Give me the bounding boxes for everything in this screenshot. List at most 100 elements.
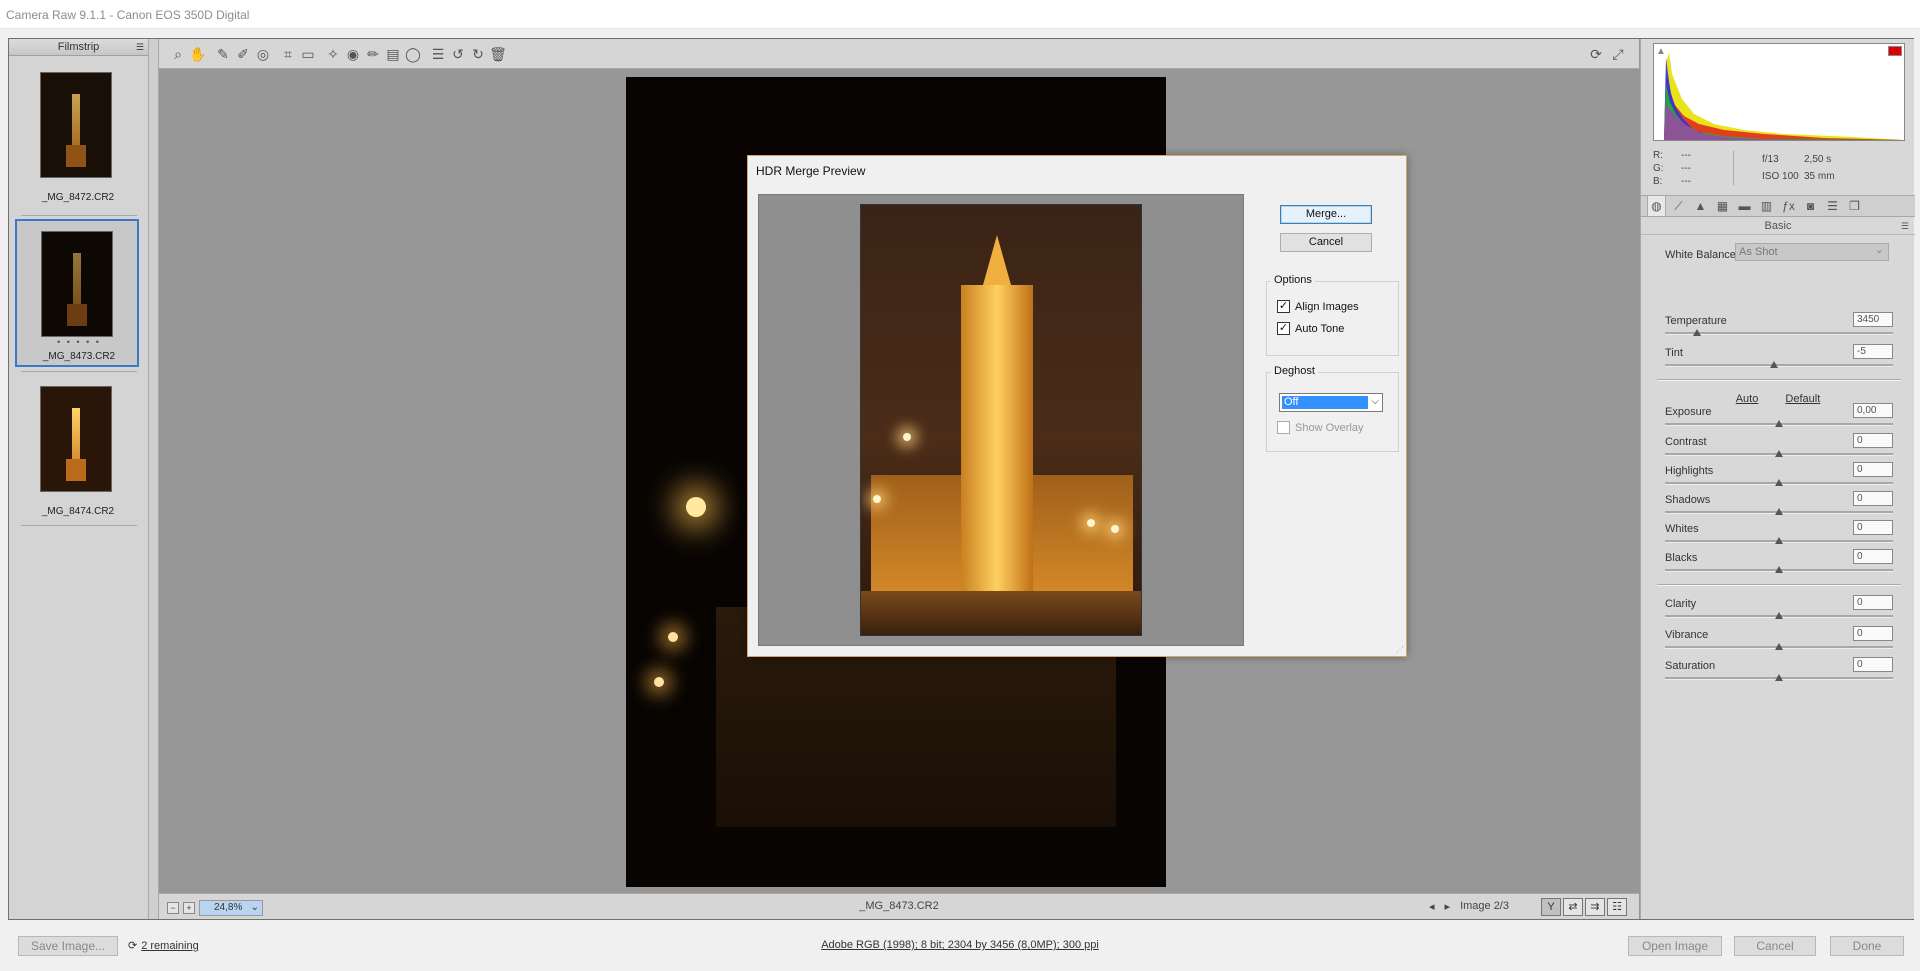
slider-contrast[interactable]: Contrast 0 bbox=[1665, 433, 1893, 460]
cancel-button[interactable]: Cancel bbox=[1280, 233, 1372, 252]
slider-knob[interactable] bbox=[1692, 329, 1701, 336]
rotate-left-icon[interactable]: ↺ bbox=[449, 45, 467, 63]
tab-split-toning-icon[interactable]: ▬ bbox=[1735, 196, 1754, 216]
slider-knob[interactable] bbox=[1775, 508, 1783, 515]
slider-whites[interactable]: Whites 0 bbox=[1665, 520, 1893, 547]
filmstrip-thumb-1[interactable]: _MG_8472.CR2 bbox=[15, 61, 139, 209]
show-overlay-checkbox[interactable]: Show Overlay bbox=[1277, 421, 1363, 434]
slider-value-input[interactable]: 0 bbox=[1853, 433, 1893, 448]
align-images-checkbox[interactable]: ✓ Align Images bbox=[1277, 300, 1359, 313]
trash-icon[interactable]: 🗑 bbox=[489, 45, 507, 63]
toggle-settings-icon[interactable]: ☷ bbox=[1607, 898, 1627, 916]
tab-lens-corrections-icon[interactable]: ▥ bbox=[1757, 196, 1776, 216]
slider-value-input[interactable]: 0 bbox=[1853, 549, 1893, 564]
tab-tone-curve-icon[interactable]: ⟋ bbox=[1669, 196, 1688, 216]
slider-knob[interactable] bbox=[1770, 361, 1779, 368]
thumbnail-image bbox=[40, 72, 112, 178]
default-link[interactable]: Default bbox=[1785, 393, 1820, 405]
filmstrip-thumb-3[interactable]: _MG_8474.CR2 bbox=[15, 375, 139, 523]
tab-effects-icon[interactable]: ƒx bbox=[1779, 196, 1798, 216]
slider-highlights[interactable]: Highlights 0 bbox=[1665, 462, 1893, 489]
cancel-button[interactable]: Cancel bbox=[1734, 936, 1816, 956]
slider-temperature[interactable]: Temperature 3450 bbox=[1665, 312, 1893, 339]
slider-value-input[interactable]: 0 bbox=[1853, 626, 1893, 641]
slider-vibrance[interactable]: Vibrance 0 bbox=[1665, 626, 1893, 653]
slider-value-input[interactable]: 0 bbox=[1853, 491, 1893, 506]
done-button[interactable]: Done bbox=[1830, 936, 1904, 956]
slider-knob[interactable] bbox=[1775, 566, 1783, 573]
thumbnail-rating[interactable]: • • • • • bbox=[17, 337, 141, 347]
sync-icon[interactable]: ⟳ bbox=[1587, 45, 1605, 63]
panel-menu-icon[interactable]: ☰ bbox=[1901, 217, 1909, 235]
open-image-button[interactable]: Open Image bbox=[1628, 936, 1722, 956]
deghost-value: Off bbox=[1281, 395, 1369, 410]
slider-knob[interactable] bbox=[1775, 450, 1783, 457]
tab-detail-icon[interactable]: ▲ bbox=[1691, 196, 1710, 216]
slider-knob[interactable] bbox=[1775, 643, 1783, 650]
slider-clarity[interactable]: Clarity 0 bbox=[1665, 595, 1893, 622]
before-after-toggle-icon[interactable]: Y bbox=[1541, 898, 1561, 916]
slider-knob[interactable] bbox=[1775, 537, 1783, 544]
red-eye-tool-icon[interactable]: ◉ bbox=[344, 45, 362, 63]
slider-value-input[interactable]: 0 bbox=[1853, 462, 1893, 477]
tab-presets-icon[interactable]: ☰ bbox=[1823, 196, 1842, 216]
slider-label: Shadows bbox=[1665, 494, 1711, 506]
slider-value-input[interactable]: 0,00 bbox=[1853, 403, 1893, 418]
slider-saturation[interactable]: Saturation 0 bbox=[1665, 657, 1893, 684]
g-value: --- bbox=[1681, 163, 1691, 174]
street-light bbox=[686, 497, 706, 517]
tab-hsl-icon[interactable]: ▦ bbox=[1713, 196, 1732, 216]
adjustment-brush-icon[interactable]: ✏ bbox=[364, 45, 382, 63]
slider-value-input[interactable]: 0 bbox=[1853, 595, 1893, 610]
zoom-level-select[interactable]: 24,8% ⌄ bbox=[199, 900, 263, 916]
zoom-in-icon[interactable]: + bbox=[183, 902, 195, 914]
slider-label: Whites bbox=[1665, 523, 1699, 535]
next-image-icon[interactable]: ▸ bbox=[1445, 900, 1451, 913]
tab-basic-icon[interactable]: ◍ bbox=[1647, 196, 1666, 216]
color-sampler-tool-icon[interactable]: ✐ bbox=[234, 45, 252, 63]
zoom-out-icon[interactable]: − bbox=[167, 902, 179, 914]
spot-removal-tool-icon[interactable]: ✧ bbox=[324, 45, 342, 63]
tab-camera-calibration-icon[interactable]: ◙ bbox=[1801, 196, 1820, 216]
targeted-adjustment-tool-icon[interactable]: ◎ bbox=[254, 45, 272, 63]
filmstrip-menu-icon[interactable]: ☰ bbox=[136, 39, 144, 55]
deghost-select[interactable]: Off ⌵ bbox=[1279, 393, 1383, 412]
align-images-label: Align Images bbox=[1295, 300, 1359, 313]
auto-link[interactable]: Auto bbox=[1736, 393, 1759, 405]
slider-knob[interactable] bbox=[1775, 674, 1783, 681]
slider-shadows[interactable]: Shadows 0 bbox=[1665, 491, 1893, 518]
white-balance-select[interactable]: As Shot bbox=[1735, 242, 1889, 261]
preferences-icon[interactable]: ☰ bbox=[429, 45, 447, 63]
slider-value-input[interactable]: 0 bbox=[1853, 657, 1893, 672]
slider-tint[interactable]: Tint -5 bbox=[1665, 344, 1893, 371]
copy-settings-icon[interactable]: ⇉ bbox=[1585, 898, 1605, 916]
straighten-tool-icon[interactable]: ▭ bbox=[299, 45, 317, 63]
swap-settings-icon[interactable]: ⇄ bbox=[1563, 898, 1583, 916]
fullscreen-icon[interactable]: ⤢ bbox=[1609, 45, 1627, 63]
filmstrip-thumb-2[interactable]: • • • • • _MG_8473.CR2 bbox=[15, 219, 139, 367]
radial-filter-icon[interactable]: ◯ bbox=[404, 45, 422, 63]
merge-button[interactable]: Merge... bbox=[1280, 205, 1372, 224]
slider-value-input[interactable]: 0 bbox=[1853, 520, 1893, 535]
slider-knob[interactable] bbox=[1775, 612, 1783, 619]
zoom-tool-icon[interactable]: ⌕ bbox=[169, 45, 187, 63]
rotate-right-icon[interactable]: ↻ bbox=[469, 45, 487, 63]
resize-grip-icon[interactable]: ⋰ bbox=[1396, 645, 1404, 654]
slider-value-input[interactable]: -5 bbox=[1853, 344, 1893, 359]
auto-tone-checkbox[interactable]: ✓ Auto Tone bbox=[1277, 322, 1344, 335]
crop-tool-icon[interactable]: ⌗ bbox=[279, 45, 297, 63]
tab-snapshots-icon[interactable]: ❐ bbox=[1845, 196, 1864, 216]
graduated-filter-icon[interactable]: ▤ bbox=[384, 45, 402, 63]
previous-image-icon[interactable]: ◂ bbox=[1429, 900, 1435, 913]
slider-track[interactable] bbox=[1665, 364, 1893, 367]
slider-knob[interactable] bbox=[1775, 420, 1783, 427]
slider-label: Highlights bbox=[1665, 465, 1714, 477]
filmstrip-splitter[interactable] bbox=[149, 39, 159, 919]
slider-knob[interactable] bbox=[1775, 479, 1783, 486]
white-balance-tool-icon[interactable]: ✎ bbox=[214, 45, 232, 63]
hand-tool-icon[interactable]: ✋ bbox=[189, 45, 207, 63]
slider-blacks[interactable]: Blacks 0 bbox=[1665, 549, 1893, 576]
dialog-title: HDR Merge Preview bbox=[756, 164, 866, 178]
slider-exposure[interactable]: Exposure 0,00 bbox=[1665, 403, 1893, 430]
slider-value-input[interactable]: 3450 bbox=[1853, 312, 1893, 327]
